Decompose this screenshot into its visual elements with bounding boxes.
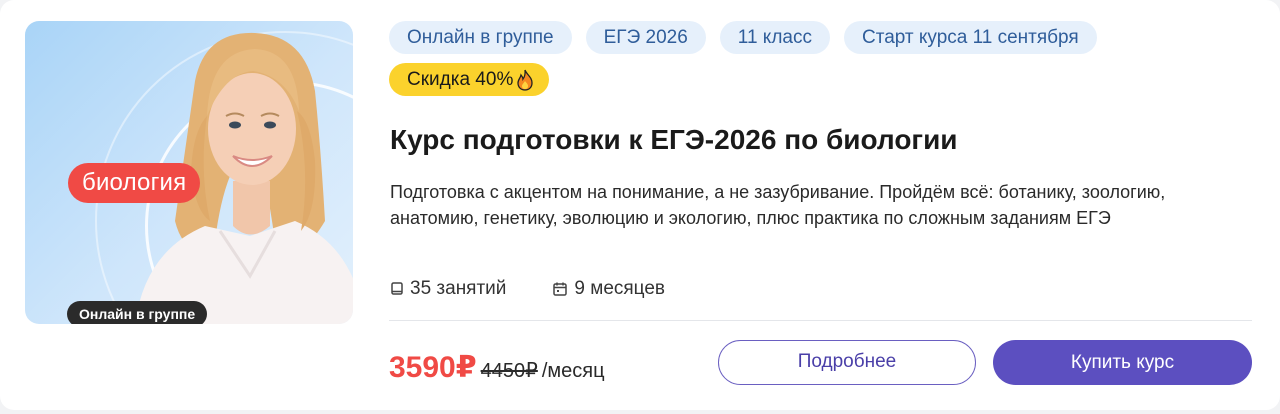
- lessons-count: 35 занятий: [390, 278, 506, 300]
- price-block: 3590₽ 4450₽ /месяц: [389, 350, 605, 385]
- current-price: 3590₽: [389, 351, 477, 384]
- course-meta: 35 занятий 9 месяцев: [390, 278, 665, 300]
- fire-icon: [517, 69, 533, 91]
- discount-badge: Скидка 40%: [389, 63, 550, 96]
- tag-exam: ЕГЭ 2026: [585, 21, 706, 54]
- course-card[interactable]: биология Онлайн в группе Онлайн в группе…: [0, 0, 1280, 410]
- course-tags: Онлайн в группе ЕГЭ 2026 11 класс Старт …: [389, 21, 1259, 55]
- price-period: /месяц: [541, 360, 605, 382]
- course-description: Подготовка с акцентом на понимание, а не…: [390, 182, 1166, 228]
- details-button[interactable]: Подробнее: [718, 340, 976, 385]
- lessons-label: 35 занятий: [410, 278, 507, 299]
- course-duration: 9 месяцев: [552, 278, 665, 300]
- format-badge: Онлайн в группе: [67, 301, 208, 324]
- tag-start-date: Старт курса 11 сентября: [843, 21, 1097, 54]
- tag-grade: 11 класс: [719, 21, 830, 54]
- course-title[interactable]: Курс подготовки к ЕГЭ-2026 по биологии: [390, 124, 958, 156]
- tag-format: Онлайн в группе: [389, 21, 572, 54]
- subject-badge: биология: [68, 163, 201, 203]
- divider: [389, 320, 1252, 321]
- old-price: 4450₽: [480, 360, 538, 382]
- book-icon: [391, 282, 403, 295]
- duration-label: 9 месяцев: [574, 278, 665, 299]
- buy-course-button[interactable]: Купить курс: [993, 340, 1252, 385]
- course-cover-image[interactable]: биология Онлайн в группе: [25, 21, 353, 324]
- discount-label: Скидка 40%: [407, 69, 514, 90]
- calendar-icon: [553, 282, 568, 296]
